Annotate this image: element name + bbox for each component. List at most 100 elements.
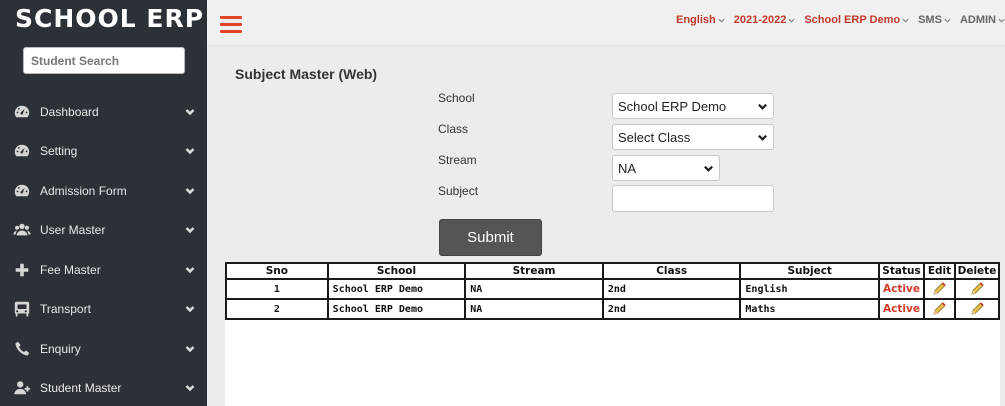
column-header-class: Class: [601, 262, 742, 280]
sidebar-item-dashboard[interactable]: Dashboard: [0, 92, 207, 132]
admin-dropdown[interactable]: ADMIN: [960, 14, 1005, 26]
delete-pencil-icon[interactable]: [969, 302, 985, 315]
column-header-school: School: [326, 262, 467, 280]
chevron-down-icon: [173, 344, 207, 354]
column-header-stream: Stream: [464, 262, 604, 280]
top-bar: English 2021-2022 School ERP Demo SMS AD…: [207, 0, 1005, 46]
sidebar-item-label: Dashboard: [40, 104, 99, 119]
gauge-icon: [12, 141, 32, 161]
chevron-down-icon: [173, 383, 207, 393]
caret-down-icon: [902, 18, 909, 23]
caret-down-icon: [788, 18, 795, 23]
school-select[interactable]: School ERP Demo: [612, 93, 774, 119]
column-header-sno: Sno: [225, 262, 329, 280]
sidebar-item-enquiry[interactable]: Enquiry: [0, 329, 207, 369]
sidebar-item-label: Fee Master: [40, 262, 101, 277]
cell-class: 2nd: [601, 278, 742, 300]
sidebar-item-label: Admission Form: [40, 183, 127, 198]
cell-subject: English: [739, 278, 881, 300]
class-select-value: Select Class: [618, 129, 691, 145]
table-header-row: Sno School Stream Class Subject Status E…: [225, 262, 1001, 280]
table-row: 1 School ERP Demo NA 2nd English Active: [225, 278, 1001, 300]
class-select[interactable]: Select Class: [612, 124, 774, 150]
school-label: School ERP Demo: [804, 14, 901, 26]
cell-stream: NA: [464, 298, 604, 320]
caret-down-icon: [718, 18, 725, 23]
hamburger-icon[interactable]: [220, 16, 242, 34]
chevron-down-icon: [173, 304, 207, 314]
chevron-down-icon: [173, 186, 207, 196]
subject-table-area: Sno School Stream Class Subject Status E…: [225, 262, 1001, 406]
cell-delete: [953, 298, 1001, 320]
chevron-down-icon: [173, 265, 207, 275]
cell-subject: Maths: [739, 298, 881, 320]
school-select-value: School ERP Demo: [618, 98, 727, 114]
chevron-down-icon: [173, 146, 207, 156]
sidebar-item-setting[interactable]: Setting: [0, 132, 207, 172]
chevron-down-icon: [704, 165, 713, 172]
stream-field-label: Stream: [438, 153, 477, 167]
language-label: English: [675, 14, 716, 26]
table-row: 2 School ERP Demo NA 2nd Maths Active: [225, 298, 1001, 320]
sidebar-item-label: Student Master: [40, 381, 122, 396]
subject-table: Sno School Stream Class Subject Status E…: [225, 262, 1001, 320]
sidebar-item-user-master[interactable]: User Master: [0, 211, 207, 251]
chevron-down-icon: [758, 134, 767, 141]
column-header-delete: Delete: [953, 262, 1001, 280]
sidebar-item-label: User Master: [40, 223, 106, 238]
cell-delete: [953, 278, 1001, 300]
user-plus-icon: [12, 378, 32, 398]
cell-edit: [922, 278, 956, 300]
dashboard-gauge-icon: [12, 102, 32, 122]
users-icon: [12, 220, 32, 240]
page-title: Subject Master (Web): [235, 66, 378, 82]
sms-label: SMS: [918, 14, 942, 26]
sidebar-item-fee-master[interactable]: Fee Master: [0, 250, 207, 290]
class-field-label: Class: [438, 122, 469, 136]
chevron-down-icon: [758, 103, 767, 110]
sidebar-item-label: Transport: [40, 302, 91, 317]
cell-class: 2nd: [601, 298, 742, 320]
subject-field-label: Subject: [438, 184, 479, 198]
stream-select-value: NA: [618, 160, 637, 176]
school-field-label: School: [438, 91, 475, 105]
admin-label: ADMIN: [959, 14, 996, 26]
submit-button[interactable]: Submit: [439, 219, 542, 256]
column-header-status: Status: [878, 262, 925, 280]
sidebar-menu: Dashboard Setting Admission Form User Ma…: [0, 92, 207, 406]
status-badge[interactable]: Active: [878, 278, 925, 300]
sidebar-item-transport[interactable]: Transport: [0, 290, 207, 330]
sidebar-item-label: Enquiry: [40, 341, 81, 356]
bus-icon: [12, 299, 32, 319]
cell-school: School ERP Demo: [326, 298, 467, 320]
phone-icon: [12, 339, 32, 359]
status-badge[interactable]: Active: [878, 298, 925, 320]
sidebar-item-label: Setting: [40, 144, 78, 159]
cell-school: School ERP Demo: [326, 278, 467, 300]
student-search-input[interactable]: [23, 47, 185, 74]
edit-pencil-icon[interactable]: [931, 282, 947, 295]
chevron-down-icon: [173, 107, 207, 117]
gauge-icon: [12, 181, 32, 201]
sms-dropdown[interactable]: SMS: [918, 14, 951, 26]
cell-edit: [922, 298, 956, 320]
cell-stream: NA: [464, 278, 604, 300]
school-dropdown[interactable]: School ERP Demo: [804, 14, 909, 26]
language-dropdown[interactable]: English: [676, 14, 725, 26]
sidebar: SCHOOL ERP Dashboard Setting Admission F…: [0, 0, 207, 406]
column-header-edit: Edit: [922, 262, 956, 280]
plus-icon: [12, 260, 32, 280]
stream-select[interactable]: NA: [612, 155, 720, 181]
sidebar-item-admission-form[interactable]: Admission Form: [0, 171, 207, 211]
app-logo: SCHOOL ERP: [15, 4, 205, 33]
sidebar-item-student-master[interactable]: Student Master: [0, 369, 207, 406]
top-nav: English 2021-2022 School ERP Demo SMS AD…: [676, 14, 1005, 26]
delete-pencil-icon[interactable]: [969, 282, 985, 295]
session-dropdown[interactable]: 2021-2022: [734, 14, 796, 26]
subject-input[interactable]: [612, 185, 774, 212]
edit-pencil-icon[interactable]: [931, 302, 947, 315]
column-header-subject: Subject: [739, 262, 881, 280]
caret-down-icon: [998, 18, 1005, 23]
session-label: 2021-2022: [733, 14, 787, 26]
cell-sno: 1: [225, 278, 329, 300]
